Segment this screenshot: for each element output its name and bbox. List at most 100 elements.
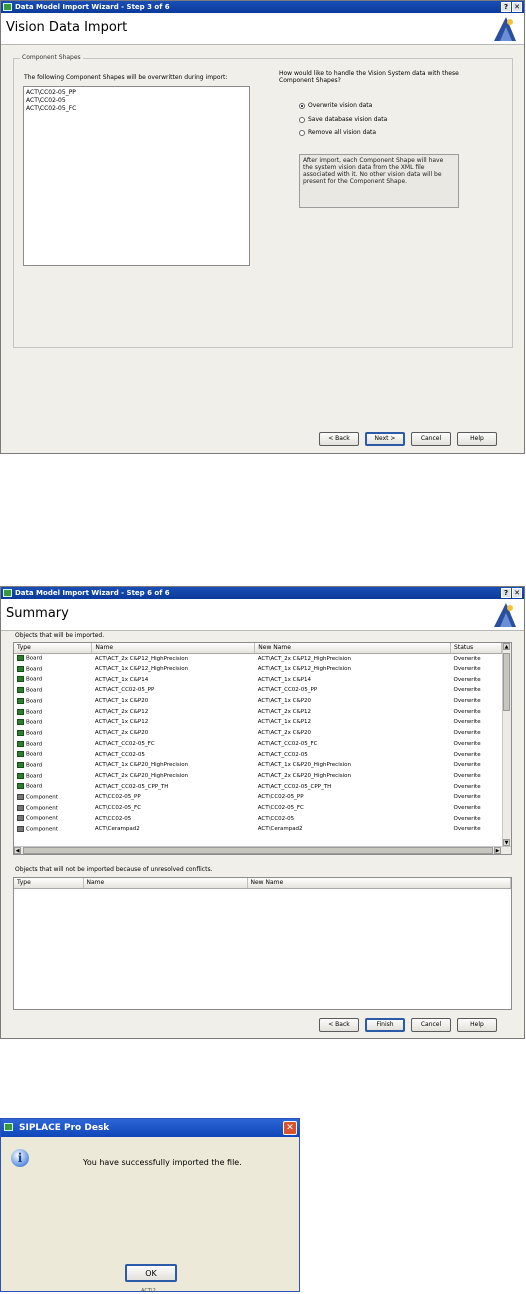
table-row[interactable]: Component ACT\CC02-05_FC ACT\CC02-05_FC Ove… [14,803,502,814]
imported-objects-table[interactable]: Type Name New Name Status Board ACT\ACT_2… [13,642,512,855]
radio-icon[interactable] [299,129,305,136]
radio-save-database-vision[interactable]: Save database vision data [299,116,387,123]
list-item[interactable]: ACT\CC02-05_FC [24,105,249,113]
row-status: Overwrite [453,730,481,737]
scroll-thumb[interactable] [23,847,493,854]
title-bar: Data Model Import Wizard - Step 6 of 6 ?… [1,587,524,599]
scroll-right-icon[interactable]: ▶ [494,847,501,854]
column-header-new-name[interactable]: New Name [254,643,452,654]
next-button[interactable]: Next > [365,432,405,446]
row-name: ACT\CC02-05_PP [94,794,141,801]
table-row[interactable]: Board ACT\ACT_CC02-05 ACT\ACT_CC02-05 Overw… [14,749,502,760]
column-header-status[interactable]: Status [450,643,502,654]
row-type: Board [26,666,43,673]
close-icon[interactable]: ✕ [512,588,522,598]
row-new-name: ACT\ACT_2x C&P20_HighPrecision [257,772,351,779]
row-status: Overwrite [453,762,481,769]
info-text: After import, each Component Shape will … [303,157,444,185]
row-type: Board [26,676,43,683]
row-new-name: ACT\ACT_CC02-05_CPP_TH [257,783,332,790]
table-row[interactable]: Board ACT\ACT_2x C&P12 ACT\ACT_2x C&P12 Ove… [14,706,502,717]
page-title: Vision Data Import [6,20,128,35]
component-shapes-list[interactable]: ACT\CC02-05_PP ACT\CC02-05 ACT\CC02-05_F… [23,86,250,266]
table-row[interactable]: Board ACT\ACT_2x C&P20_HighPrecision ACT\A… [14,771,502,782]
row-name: ACT\ACT_2x C&P12_HighPrecision [94,655,189,662]
vertical-scrollbar[interactable]: ▲ ▼ [502,643,511,846]
caption-below: ACT\2 [141,1288,156,1294]
table-row[interactable]: Board ACT\ACT_1x C&P12_HighPrecision ACT\A… [14,664,502,675]
conflicts-table[interactable]: Type Name New Name [13,877,512,1010]
ok-button[interactable]: OK [125,1264,177,1282]
table-row[interactable]: Component ACT\CC02-05_PP ACT\CC02-05_PP Ove… [14,792,502,803]
cancel-button[interactable]: Cancel [411,432,451,446]
board-icon [17,676,24,683]
table-row[interactable]: Board ACT\ACT_CC02-05_FC ACT\ACT_CC02-05_F… [14,739,502,750]
back-button[interactable]: < Back [319,1018,359,1032]
row-status: Overwrite [453,783,481,790]
row-new-name: ACT\ACT_2x C&P12_HighPrecision [257,655,351,662]
row-type: Board [26,655,43,662]
column-header-name[interactable]: Name [91,643,256,654]
column-header-name[interactable]: Name [83,878,248,889]
finish-button[interactable]: Finish [365,1018,405,1032]
close-icon[interactable]: ✕ [283,1121,297,1135]
column-header-new-name[interactable]: New Name [247,878,511,889]
table-row[interactable]: Board ACT\ACT_1x C&P20_HighPrecision ACT\A… [14,760,502,771]
radio-label: Remove all vision data [308,129,377,136]
table-row[interactable]: Component ACT\CC02-05 ACT\CC02-05 Overwrite [14,813,502,824]
row-status: Overwrite [453,687,481,694]
list-item[interactable]: ACT\CC02-05 [24,97,249,105]
row-status: Overwrite [453,815,481,822]
row-status: Overwrite [453,676,481,683]
help-button[interactable]: Help [457,432,497,446]
scroll-thumb[interactable] [503,653,510,711]
table-row[interactable]: Board ACT\ACT_2x C&P12_HighPrecision ACT\A… [14,653,502,664]
radio-remove-vision[interactable]: Remove all vision data [299,129,376,136]
radio-overwrite-vision[interactable]: Overwrite vision data [299,102,372,109]
board-icon [17,729,24,736]
help-button[interactable]: Help [457,1018,497,1032]
wizard-header: Summary [1,599,524,631]
component-icon [17,794,24,801]
list-item[interactable]: ACT\CC02-05_PP [24,89,249,97]
row-status: Overwrite [453,708,481,715]
message-title: SIPLACE Pro Desk [19,1123,110,1133]
row-name: ACT\ACT_1x C&P20_HighPrecision [94,762,189,769]
close-icon[interactable]: ✕ [512,2,522,12]
table-row[interactable]: Board ACT\ACT_CC02-05_CPP_TH ACT\ACT_CC02-… [14,781,502,792]
column-header-type[interactable]: Type [14,643,93,654]
row-type: Component [26,794,58,801]
help-icon[interactable]: ? [501,588,511,598]
info-description-box: After import, each Component Shape will … [299,154,459,208]
scroll-left-icon[interactable]: ◀ [14,847,21,854]
back-button[interactable]: < Back [319,432,359,446]
table-row[interactable]: Component ACT\Cerampad2 ACT\Cerampad2 Overw… [14,824,502,835]
radio-icon[interactable] [299,116,305,123]
table-row[interactable]: Board ACT\ACT_2x C&P20 ACT\ACT_2x C&P20 Ove… [14,728,502,739]
component-icon [17,826,24,833]
row-new-name: ACT\ACT_1x C&P20 [257,698,312,705]
row-type: Board [26,751,43,758]
group-label: Component Shapes [20,54,83,61]
row-name: ACT\ACT_2x C&P12 [94,708,149,715]
help-icon[interactable]: ? [501,2,511,12]
column-header-type[interactable]: Type [14,878,84,889]
row-status: Overwrite [453,794,481,801]
table-header-row: Type Name New Name Status [14,643,502,654]
wizard-button-row: < Back Next > Cancel Help [319,432,497,446]
scroll-up-icon[interactable]: ▲ [503,643,510,650]
radio-selected-icon[interactable] [299,102,305,109]
horizontal-scrollbar[interactable]: ◀ ▶ [14,846,511,854]
table-row[interactable]: Board ACT\ACT_1x C&P14 ACT\ACT_1x C&P14 Ove… [14,674,502,685]
scroll-down-icon[interactable]: ▼ [503,839,510,846]
row-new-name: ACT\CC02-05 [257,815,295,822]
row-new-name: ACT\ACT_CC02-05_FC [257,740,318,747]
table-row[interactable]: Board ACT\ACT_1x C&P12 ACT\ACT_1x C&P12 Ove… [14,717,502,728]
row-status: Overwrite [453,751,481,758]
cancel-button[interactable]: Cancel [411,1018,451,1032]
table-row[interactable]: Board ACT\ACT_CC02-05_PP ACT\ACT_CC02-05_P… [14,685,502,696]
board-icon [17,783,24,790]
row-type: Board [26,783,43,790]
board-icon [17,697,24,704]
table-row[interactable]: Board ACT\ACT_1x C&P20 ACT\ACT_1x C&P20 Ove… [14,696,502,707]
